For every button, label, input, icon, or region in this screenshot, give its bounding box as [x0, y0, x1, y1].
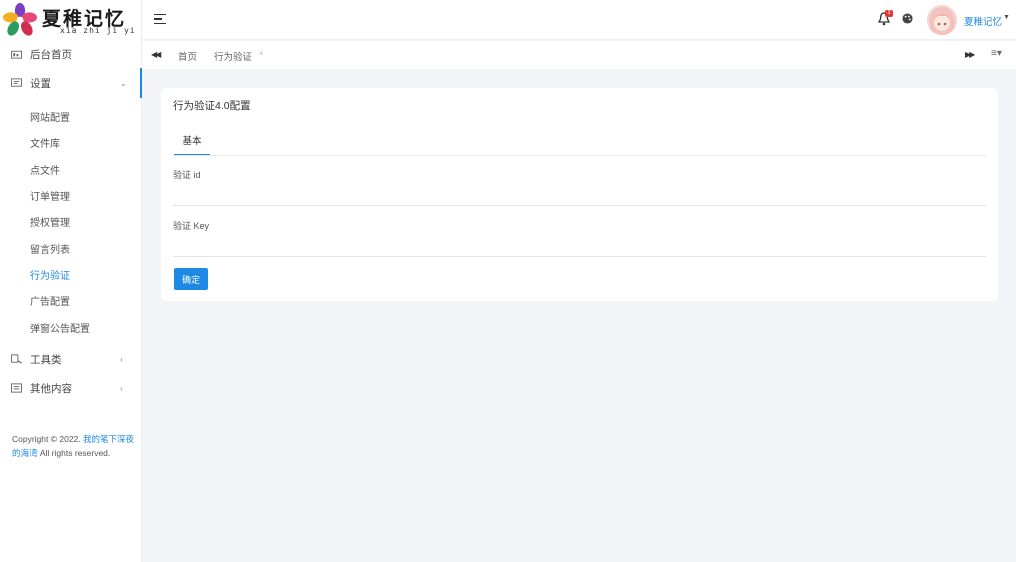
- verify-id-input[interactable]: [173, 184, 986, 206]
- sidebar-item-orders[interactable]: 订单管理: [0, 183, 142, 207]
- sidebar-item-file-library[interactable]: 文件库: [0, 130, 142, 154]
- tabs-menu-icon[interactable]: ≡▾: [991, 48, 1002, 59]
- verify-key-input[interactable]: [173, 235, 986, 257]
- brand-pinyin: xia zhi ji yi: [60, 26, 136, 35]
- sidebar-item-popup-notice[interactable]: 弹窗公告配置: [0, 315, 142, 339]
- sidebar-item-ad-config[interactable]: 广告配置: [0, 288, 142, 312]
- sidebar-item-behavior-verify[interactable]: 行为验证: [0, 262, 142, 286]
- palette-icon[interactable]: [902, 13, 913, 24]
- sidebar-item-point-file[interactable]: 点文件: [0, 157, 142, 181]
- chevron-right-icon: ›: [120, 383, 123, 393]
- avatar-image: [927, 5, 957, 35]
- page-title: 行为验证4.0配置: [173, 100, 251, 112]
- topbar: 3 夏稚记忆 ▼: [142, 0, 1016, 40]
- sidebar-item-settings[interactable]: 设置 ⌄: [0, 70, 142, 96]
- sidebar-item-authorization[interactable]: 授权管理: [0, 209, 142, 233]
- brand-logo[interactable]: 夏稚记忆 xia zhi ji yi: [0, 0, 142, 40]
- username[interactable]: 夏稚记忆: [964, 14, 1002, 28]
- sidebar-item-label: 后台首页: [30, 48, 72, 61]
- config-card: 行为验证4.0配置 基本 验证 id 验证 Key 确定: [161, 88, 998, 301]
- tab-behavior-verify[interactable]: 行为验证: [214, 49, 252, 63]
- tabs-bar: ◀◀ 首页 行为验证 × ▶▶ ≡▾: [142, 41, 1016, 69]
- divider: [173, 155, 986, 156]
- sidebar-item-label: 设置: [30, 77, 51, 90]
- caret-down-icon[interactable]: ▼: [1003, 14, 1010, 21]
- menu-toggle-icon[interactable]: [154, 14, 166, 25]
- flower-logo-icon: [3, 3, 37, 36]
- chevron-right-icon: ›: [120, 354, 123, 364]
- sidebar: 夏稚记忆 xia zhi ji yi 后台首页 设置 ⌄ 网站配置 文件库 点文…: [0, 0, 142, 562]
- sidebar-item-messages[interactable]: 留言列表: [0, 236, 142, 260]
- sidebar-item-tools[interactable]: 工具类 ›: [0, 346, 142, 372]
- scroll-left-icon[interactable]: ◀◀: [151, 50, 161, 59]
- dashboard-icon: [11, 50, 22, 59]
- chevron-down-icon: ⌄: [120, 78, 127, 88]
- verify-id-label: 验证 id: [173, 170, 201, 180]
- avatar[interactable]: [927, 5, 957, 35]
- copyright: Copyright © 2022. 我的笔下深夜的海湾 All rights r…: [12, 434, 135, 458]
- active-indicator: [140, 68, 142, 98]
- notification-badge: 3: [885, 10, 893, 17]
- sidebar-item-other[interactable]: 其他内容 ›: [0, 375, 142, 401]
- submit-button[interactable]: 确定: [174, 268, 208, 290]
- tools-icon: [11, 354, 22, 364]
- sidebar-item-label: 其他内容: [30, 382, 72, 395]
- scroll-right-icon[interactable]: ▶▶: [965, 50, 975, 59]
- tab-home[interactable]: 首页: [178, 49, 197, 63]
- sidebar-item-site-config[interactable]: 网站配置: [0, 104, 142, 128]
- close-icon[interactable]: ×: [259, 49, 264, 58]
- verify-key-label: 验证 Key: [173, 221, 210, 231]
- sidebar-item-dashboard[interactable]: 后台首页: [0, 41, 142, 67]
- sidebar-item-label: 工具类: [30, 353, 62, 366]
- list-icon: [11, 383, 22, 393]
- settings-panel-icon: [11, 78, 22, 87]
- tab-basic[interactable]: 基本: [174, 133, 210, 155]
